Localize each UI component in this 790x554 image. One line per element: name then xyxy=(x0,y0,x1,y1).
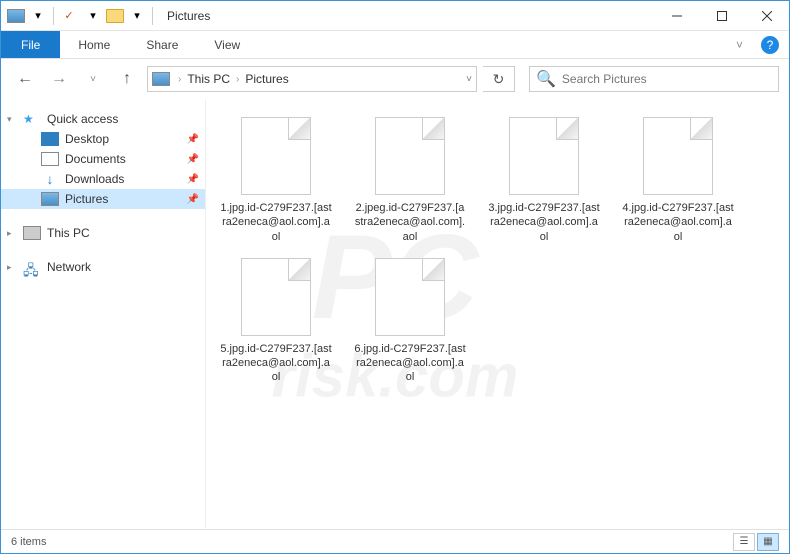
file-thumbnail xyxy=(643,117,713,195)
documents-icon xyxy=(41,152,59,166)
search-box[interactable]: 🔍 xyxy=(529,66,779,92)
close-button[interactable] xyxy=(744,1,789,30)
breadcrumb-pictures[interactable]: Pictures xyxy=(243,72,290,86)
sidebar-label: Quick access xyxy=(47,112,118,126)
file-item[interactable]: 4.jpg.id-C279F237.[astra2eneca@aol.com].… xyxy=(618,113,738,248)
pictures-icon xyxy=(41,192,59,206)
file-thumbnail xyxy=(241,258,311,336)
page-fold-icon xyxy=(556,118,578,140)
sidebar-this-pc[interactable]: ▸ This PC xyxy=(1,223,205,243)
tab-file[interactable]: File xyxy=(1,31,60,58)
sidebar-label: This PC xyxy=(47,226,90,240)
file-thumbnail xyxy=(375,117,445,195)
caret-right-icon[interactable]: ▸ xyxy=(7,228,12,239)
pin-icon: 📌 xyxy=(187,194,199,205)
nav-up-button[interactable]: ↑ xyxy=(113,65,141,93)
file-item[interactable]: 1.jpg.id-C279F237.[astra2eneca@aol.com].… xyxy=(216,113,336,248)
sidebar-item-documents[interactable]: Documents 📌 xyxy=(1,149,205,169)
qat-dropdown-2[interactable]: ▾ xyxy=(82,5,104,27)
tab-share[interactable]: Share xyxy=(128,31,196,58)
sidebar-item-label: Documents xyxy=(65,152,126,166)
downloads-icon: ↓ xyxy=(41,172,59,186)
file-name-label: 4.jpg.id-C279F237.[astra2eneca@aol.com].… xyxy=(622,201,734,244)
address-bar-row: ← → ˅ ↑ › This PC › Pictures ˅ ↻ 🔍 xyxy=(1,59,789,99)
sidebar-item-label: Pictures xyxy=(65,192,108,206)
help-icon[interactable]: ? xyxy=(761,36,779,54)
page-fold-icon xyxy=(422,259,444,281)
tab-home[interactable]: Home xyxy=(60,31,128,58)
ribbon-tabs: File Home Share View ˅ ? xyxy=(1,31,789,59)
star-icon: ★ xyxy=(23,112,41,126)
sidebar-item-label: Downloads xyxy=(65,172,124,186)
file-name-label: 5.jpg.id-C279F237.[astra2eneca@aol.com].… xyxy=(220,342,332,385)
file-item[interactable]: 3.jpg.id-C279F237.[astra2eneca@aol.com].… xyxy=(484,113,604,248)
page-fold-icon xyxy=(690,118,712,140)
file-thumbnail xyxy=(375,258,445,336)
refresh-button[interactable]: ↻ xyxy=(483,66,515,92)
navigation-pane: ▾ ★ Quick access Desktop 📌 Documents 📌 ↓… xyxy=(1,99,206,528)
title-separator xyxy=(152,7,153,25)
view-details-button[interactable]: ☰ xyxy=(733,533,755,551)
view-large-icons-button[interactable]: ▦ xyxy=(757,533,779,551)
file-list-pane[interactable]: 1.jpg.id-C279F237.[astra2eneca@aol.com].… xyxy=(206,99,789,528)
page-fold-icon xyxy=(288,118,310,140)
file-item[interactable]: 5.jpg.id-C279F237.[astra2eneca@aol.com].… xyxy=(216,254,336,389)
maximize-button[interactable] xyxy=(699,1,744,30)
nav-forward-button[interactable]: → xyxy=(45,65,73,93)
file-item[interactable]: 6.jpg.id-C279F237.[astra2eneca@aol.com].… xyxy=(350,254,470,389)
minimize-button[interactable] xyxy=(654,1,699,30)
status-bar: 6 items ☰ ▦ xyxy=(1,529,789,553)
window-system-icon[interactable] xyxy=(7,9,25,23)
status-item-count: 6 items xyxy=(11,536,46,548)
qat-dropdown-1[interactable]: ▾ xyxy=(27,5,49,27)
sidebar-item-pictures[interactable]: Pictures 📌 xyxy=(1,189,205,209)
nav-back-button[interactable]: ← xyxy=(11,65,39,93)
file-thumbnail xyxy=(509,117,579,195)
nav-recent-dropdown[interactable]: ˅ xyxy=(79,65,107,93)
pin-icon: 📌 xyxy=(187,154,199,165)
pc-icon xyxy=(23,226,41,240)
file-name-label: 2.jpeg.id-C279F237.[astra2eneca@aol.com]… xyxy=(354,201,466,244)
page-fold-icon xyxy=(288,259,310,281)
caret-down-icon[interactable]: ▾ xyxy=(7,114,12,125)
sidebar-label: Network xyxy=(47,260,91,274)
folder-icon xyxy=(106,9,124,23)
file-name-label: 3.jpg.id-C279F237.[astra2eneca@aol.com].… xyxy=(488,201,600,244)
search-input[interactable] xyxy=(562,72,772,86)
sidebar-network[interactable]: ▸ 🖧 Network xyxy=(1,257,205,277)
file-name-label: 1.jpg.id-C279F237.[astra2eneca@aol.com].… xyxy=(220,201,332,244)
chevron-right-icon[interactable]: › xyxy=(174,74,185,85)
chevron-right-icon[interactable]: › xyxy=(232,74,243,85)
file-item[interactable]: 2.jpeg.id-C279F237.[astra2eneca@aol.com]… xyxy=(350,113,470,248)
file-thumbnail xyxy=(241,117,311,195)
desktop-icon xyxy=(41,132,59,146)
pin-icon: 📌 xyxy=(187,134,199,145)
address-dropdown-icon[interactable]: ˅ xyxy=(466,74,472,85)
sidebar-item-label: Desktop xyxy=(65,132,109,146)
qat-dropdown-3[interactable]: ▾ xyxy=(126,5,148,27)
sidebar-quick-access[interactable]: ▾ ★ Quick access xyxy=(1,109,205,129)
sidebar-item-downloads[interactable]: ↓ Downloads 📌 xyxy=(1,169,205,189)
breadcrumb-this-pc[interactable]: This PC xyxy=(185,72,232,86)
qat-check-icon[interactable]: ✓ xyxy=(58,5,80,27)
window-title: Pictures xyxy=(167,9,210,23)
qat-separator xyxy=(53,7,54,25)
page-fold-icon xyxy=(422,118,444,140)
ribbon-expand-icon[interactable]: ˅ xyxy=(718,31,761,58)
address-location-icon xyxy=(152,72,170,86)
search-icon: 🔍 xyxy=(536,69,556,89)
address-bar[interactable]: › This PC › Pictures ˅ xyxy=(147,66,477,92)
pin-icon: 📌 xyxy=(187,174,199,185)
title-bar: ▾ ✓ ▾ ▾ Pictures xyxy=(1,1,789,31)
network-icon: 🖧 xyxy=(23,260,41,274)
tab-view[interactable]: View xyxy=(196,31,258,58)
caret-right-icon[interactable]: ▸ xyxy=(7,262,12,273)
file-name-label: 6.jpg.id-C279F237.[astra2eneca@aol.com].… xyxy=(354,342,466,385)
sidebar-item-desktop[interactable]: Desktop 📌 xyxy=(1,129,205,149)
